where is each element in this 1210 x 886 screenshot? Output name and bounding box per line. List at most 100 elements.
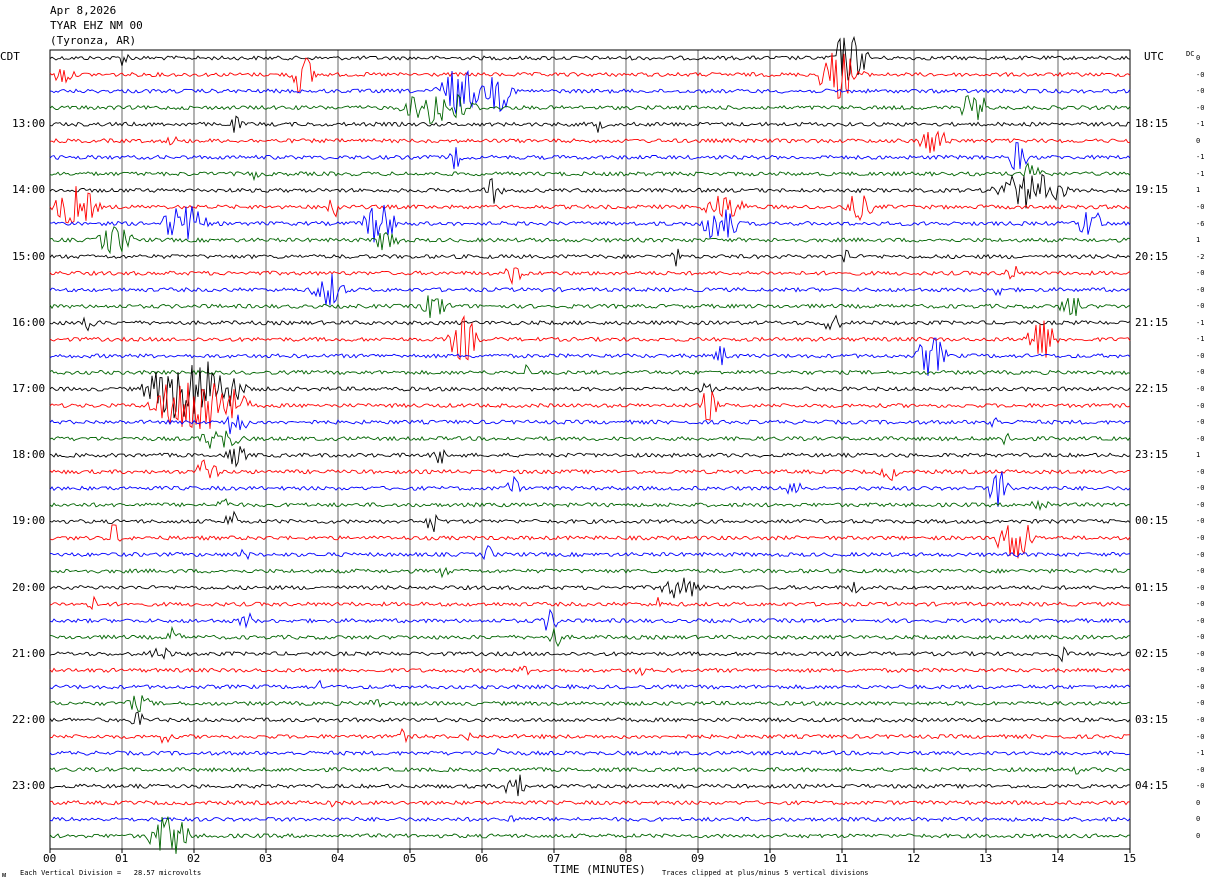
- seismic-trace: [49, 774, 1131, 797]
- dc-offset-value: -0: [1196, 70, 1205, 79]
- x-tick-label: 02: [187, 852, 201, 865]
- seismic-trace: [49, 524, 1131, 559]
- dc-offset-value: -0: [1196, 533, 1205, 542]
- dc-label: DC: [1186, 50, 1195, 58]
- dc-offset-value: 0: [1196, 54, 1201, 62]
- seismic-trace: [49, 595, 1131, 611]
- dc-offset-value: -0: [1196, 765, 1205, 774]
- left-hour-label: 22:00: [12, 713, 46, 726]
- dc-offset-value: -0: [1196, 467, 1205, 476]
- seismic-trace: [49, 625, 1131, 648]
- right-hour-label: 18:15: [1135, 117, 1169, 131]
- seismic-trace: [49, 727, 1130, 745]
- seismic-trace: [49, 130, 1131, 153]
- seismic-trace: [49, 414, 1131, 435]
- left-hour-label: 23:00: [12, 779, 46, 793]
- dc-offset-value: -0: [1196, 517, 1205, 526]
- seismic-trace: [49, 510, 1131, 533]
- seismic-trace: [49, 204, 1131, 243]
- dc-offset-value: -2: [1196, 252, 1205, 261]
- seismic-trace: [49, 608, 1131, 631]
- dc-offset-value: -0: [1196, 550, 1205, 559]
- x-tick-label: 10: [763, 852, 777, 865]
- dc-offset-value: -0: [1196, 666, 1205, 675]
- seismic-trace: [49, 695, 1131, 713]
- x-tick-label: 08: [619, 852, 633, 865]
- left-hour-label: 19:00: [12, 514, 46, 528]
- x-tick-label: 03: [259, 852, 273, 865]
- left-hour-label: 20:00: [12, 580, 46, 594]
- right-hour-label: 04:15: [1135, 779, 1169, 793]
- dc-offset-value: 0: [1196, 815, 1201, 824]
- left-hour-label: 15:00: [12, 249, 46, 263]
- dc-offset-value: -0: [1196, 567, 1205, 576]
- vertical-division-note: Each Vertical Division = 28.57 microvolt…: [20, 869, 202, 877]
- corner-mark: ᴍ: [2, 871, 7, 879]
- x-tick-label: 05: [403, 852, 417, 865]
- dc-offset-value: -0: [1196, 682, 1205, 691]
- x-tick-label: 12: [907, 852, 921, 865]
- x-tick-label: 14: [1051, 852, 1065, 865]
- seismic-trace: [49, 314, 1131, 332]
- seismic-trace: [49, 815, 1131, 823]
- seismic-trace: [49, 711, 1131, 725]
- left-timezone-label: CDT: [0, 50, 20, 63]
- dc-offset-value: -0: [1196, 484, 1205, 493]
- dc-offset-value: -1: [1196, 153, 1205, 162]
- seismic-trace: [49, 799, 1131, 808]
- left-hour-label: 17:00: [12, 382, 46, 395]
- right-hour-label: 00:15: [1135, 514, 1169, 528]
- dc-offset-value: -0: [1196, 269, 1205, 278]
- seismic-trace: [49, 361, 1131, 419]
- x-tick-label: 00: [43, 852, 57, 865]
- x-tick-label: 01: [115, 852, 129, 865]
- dc-offset-value: -1: [1196, 318, 1205, 327]
- dc-offset-value: -1: [1196, 169, 1205, 178]
- seismic-trace: [49, 748, 1131, 756]
- x-tick-label: 06: [475, 852, 489, 865]
- right-hour-label: 19:15: [1135, 183, 1169, 197]
- dc-offset-value: -0: [1196, 302, 1205, 311]
- dc-offset-value: -1: [1196, 120, 1205, 129]
- dc-offset-value: -0: [1196, 782, 1205, 791]
- seismic-trace: [49, 248, 1131, 267]
- dc-offset-value: -0: [1196, 202, 1205, 211]
- plot-frame: [49, 49, 1131, 850]
- x-tick-label: 11: [835, 852, 849, 865]
- dc-offset-value: -1: [1196, 749, 1205, 758]
- dc-offset-value: -0: [1196, 583, 1205, 592]
- seismic-trace: [49, 162, 1131, 182]
- seismic-trace: [49, 577, 1131, 599]
- seismic-trace: [49, 646, 1131, 663]
- x-tick-label: 15: [1123, 852, 1137, 865]
- seismic-trace: [49, 679, 1131, 690]
- x-axis-title: TIME (MINUTES): [553, 863, 646, 876]
- right-hour-label: 22:15: [1135, 382, 1169, 395]
- dc-offset-value: -0: [1196, 699, 1205, 708]
- seismic-trace: [49, 566, 1131, 579]
- dc-offset-value: -0: [1196, 87, 1205, 96]
- dc-offset-value: -0: [1196, 285, 1205, 294]
- seismic-trace: [49, 766, 1131, 775]
- left-hour-label: 16:00: [12, 315, 46, 329]
- dc-offset-value: -0: [1196, 368, 1205, 377]
- x-tick-label: 04: [331, 852, 345, 865]
- right-hour-label: 01:15: [1135, 580, 1169, 594]
- dc-offset-value: -6: [1196, 219, 1205, 228]
- x-tick-label: 09: [691, 852, 705, 865]
- dc-offset-value: -0: [1196, 385, 1205, 393]
- seismic-trace: [49, 545, 1131, 561]
- station-label: TYAR EHZ NM 00: [50, 19, 143, 32]
- dc-offset-value: -0: [1196, 103, 1205, 112]
- right-hour-label: 20:15: [1135, 249, 1169, 263]
- dc-offset-value: 0: [1196, 136, 1201, 145]
- seismic-trace: [49, 93, 1131, 125]
- seismic-trace: [49, 173, 1131, 209]
- seismic-trace: [49, 446, 1131, 468]
- seismic-trace: [49, 665, 1131, 677]
- location-label: (Tyronza, AR): [50, 34, 137, 47]
- right-hour-label: 02:15: [1135, 646, 1169, 660]
- dc-offset-value: -0: [1196, 500, 1205, 509]
- right-hour-label: 03:15: [1135, 713, 1169, 726]
- left-hour-label: 18:00: [12, 448, 46, 462]
